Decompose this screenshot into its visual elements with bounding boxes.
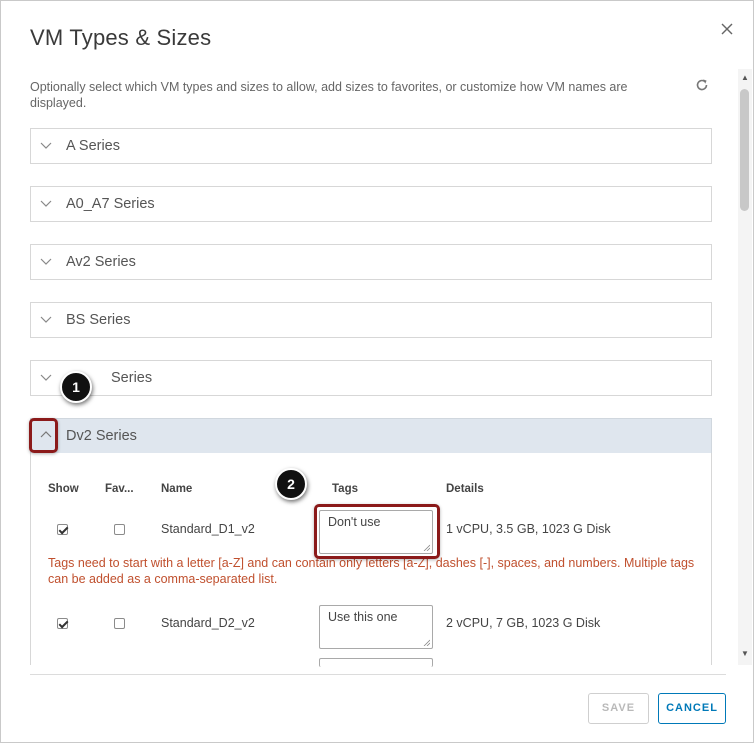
series-label: A Series [66, 138, 120, 154]
column-header-tags: Tags [332, 483, 358, 495]
series-a[interactable]: A Series [30, 128, 712, 164]
close-icon[interactable] [717, 19, 737, 39]
tags-input-highlight [314, 504, 440, 559]
tags-input[interactable]: Use this one [319, 605, 433, 649]
chevron-down-icon [40, 258, 52, 265]
tags-validation-error: Tags need to start with a letter [a-Z] a… [48, 556, 695, 586]
save-button[interactable]: SAVE [588, 693, 649, 724]
chevron-highlight [29, 418, 58, 453]
scrollbar[interactable]: ▲ ▼ [738, 69, 752, 665]
series-bs[interactable]: BS Series [30, 302, 712, 338]
dialog-title: VM Types & Sizes [30, 25, 212, 50]
vm-size-name: Standard_D2_v2 [161, 616, 255, 630]
refresh-icon[interactable] [694, 77, 710, 93]
vm-size-details: 1 vCPU, 3.5 GB, 1023 G Disk [446, 522, 611, 536]
show-checkbox[interactable] [57, 618, 68, 629]
series-av2[interactable]: Av2 Series [30, 244, 712, 280]
column-header-show: Show [48, 483, 79, 495]
scroll-up-icon[interactable]: ▲ [741, 73, 749, 82]
tags-input[interactable] [319, 658, 433, 667]
scroll-down-icon[interactable]: ▼ [741, 649, 749, 658]
series-label: Dv2 Series [66, 428, 137, 444]
callout-badge-1: 1 [60, 371, 92, 403]
favorite-checkbox[interactable] [114, 524, 125, 535]
chevron-down-icon [40, 316, 52, 323]
vm-types-sizes-dialog: VM Types & Sizes Optionally select which… [0, 0, 754, 743]
footer-divider [30, 674, 726, 675]
show-checkbox[interactable] [57, 524, 68, 535]
series-label: A0_A7 Series [66, 196, 155, 212]
scrollbar-thumb[interactable] [740, 89, 749, 211]
chevron-down-icon [40, 142, 52, 149]
column-header-name[interactable]: Name [161, 483, 192, 495]
series-label: Series [111, 370, 153, 386]
tags-input-value: Use this one [328, 610, 398, 624]
chevron-down-icon [40, 374, 52, 381]
dialog-description: Optionally select which VM types and siz… [30, 80, 628, 110]
resize-grip-icon[interactable] [423, 639, 430, 646]
callout-badge-2: 2 [275, 468, 307, 500]
vm-size-name: Standard_D1_v2 [161, 522, 255, 536]
column-header-favorite[interactable]: Fav... [105, 483, 134, 495]
cancel-button[interactable]: CANCEL [658, 693, 726, 724]
vm-size-details: 2 vCPU, 7 GB, 1023 G Disk [446, 616, 601, 630]
chevron-down-icon [40, 200, 52, 207]
favorite-checkbox[interactable] [114, 618, 125, 629]
series-dv2[interactable]: Dv2 Series [30, 418, 712, 454]
column-header-details: Details [446, 483, 484, 495]
series-a0-a7[interactable]: A0_A7 Series [30, 186, 712, 222]
series-label: Av2 Series [66, 254, 136, 270]
series-label: BS Series [66, 312, 131, 328]
series-d[interactable]: Series [30, 360, 712, 396]
